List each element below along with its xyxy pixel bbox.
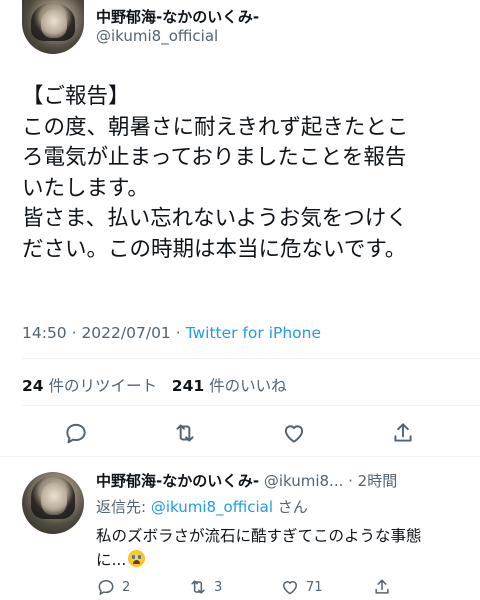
- reply-author-handle[interactable]: @ikumi8...: [259, 472, 344, 490]
- heart-icon[interactable]: [281, 420, 307, 446]
- tweet-text-line: 皆さま、払い忘れないようお気をつけく: [22, 206, 408, 231]
- tweet-text-line: ろ電気が止まっておりましたことを報告: [22, 145, 407, 170]
- crying-face-emoji: [128, 550, 146, 567]
- reply-to-prefix: 返信先:: [96, 498, 151, 516]
- reply-to-suffix: さん: [273, 498, 308, 516]
- retweet-icon: [191, 580, 205, 594]
- reply-retweet-count: 3: [214, 579, 223, 595]
- share-icon: [375, 579, 389, 594]
- author-handle[interactable]: @ikumi8_official: [96, 27, 218, 45]
- likes-stat[interactable]: 241 件のいいね: [172, 377, 287, 395]
- tweet-text-line: ださい。この時期は本当に危ないです。: [22, 236, 407, 262]
- share-icon[interactable]: [390, 420, 416, 446]
- tweet-text: 【ご報告】 この度、朝暑さに耐えきれず起きたとこ ろ電気が止まっておりましたこと…: [22, 82, 472, 265]
- reply-like-button[interactable]: 71: [280, 576, 323, 598]
- reply-to-line: 返信先: @ikumi8_official さん: [96, 496, 308, 517]
- reply-author-avatar[interactable]: [22, 472, 84, 534]
- reply-author-name[interactable]: 中野郁海-なかのいくみ-: [96, 472, 259, 490]
- author-name[interactable]: 中野郁海-なかのいくみ-: [96, 6, 259, 27]
- retweets-stat[interactable]: 24 件のリツイート: [22, 377, 157, 395]
- reply-text-line: に...: [96, 551, 127, 569]
- reply-share-button[interactable]: [372, 576, 392, 598]
- reply-icon[interactable]: [63, 420, 89, 446]
- tweet-action-bar: [0, 420, 480, 448]
- retweets-label: 件のリツイート: [43, 377, 158, 395]
- tweet-timestamp[interactable]: 14:50 · 2022/07/01 ·: [22, 324, 186, 342]
- tweet-text-line: いたします。: [22, 175, 149, 201]
- reply-to-mention[interactable]: @ikumi8_official: [151, 498, 273, 516]
- reply-header: 中野郁海-なかのいくみ- @ikumi8... · 2時間: [96, 470, 397, 491]
- tweet-source[interactable]: Twitter for iPhone: [186, 324, 321, 342]
- heart-icon: [283, 581, 297, 595]
- retweet-icon[interactable]: [172, 420, 198, 446]
- reply-text: 私のズボラさが流石に酷すぎてこのような事態 に...: [96, 524, 466, 572]
- author-avatar[interactable]: [22, 0, 84, 54]
- reply-icon: [98, 580, 114, 595]
- reply-reply-count: 2: [122, 579, 131, 595]
- reply-timestamp[interactable]: · 2時間: [343, 472, 397, 490]
- divider: [22, 358, 480, 359]
- likes-count: 241: [171, 377, 205, 395]
- reply-action-bar: 2 3 71: [0, 576, 480, 600]
- divider: [0, 456, 480, 457]
- reply-retweet-button[interactable]: 3: [188, 576, 222, 598]
- divider: [22, 405, 480, 406]
- tweet-text-line: この度、朝暑さに耐えきれず起きたとこ: [22, 114, 409, 140]
- tweet-text-line: 【ご報告】: [22, 84, 130, 109]
- tweet-meta: 14:50 · 2022/07/01 · Twitter for iPhone: [22, 324, 321, 342]
- tweet-stats: 24 件のリツイート 241 件のいいね: [22, 374, 287, 396]
- likes-label: 件のいいね: [204, 377, 287, 395]
- reply-reply-button[interactable]: 2: [96, 576, 130, 598]
- reply-text-line: 私のズボラさが流石に酷すぎてこのような事態: [96, 527, 422, 545]
- reply-like-count: 71: [306, 579, 323, 595]
- retweets-count: 24: [22, 377, 44, 395]
